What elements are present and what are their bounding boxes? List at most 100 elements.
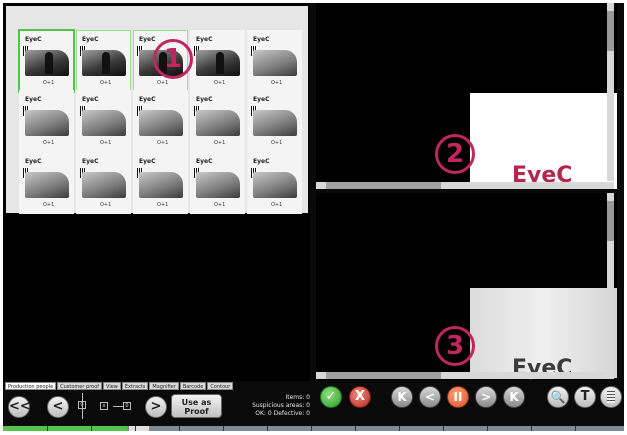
- thumb-artwork: [253, 172, 297, 198]
- scroll-thumb[interactable]: [326, 182, 441, 189]
- thumb-artwork: [196, 110, 240, 136]
- thumb-footer: O+1: [100, 140, 112, 146]
- items-count: Items: 0: [285, 394, 310, 401]
- thumb-logo: EyeC: [139, 158, 156, 165]
- thumb-footer: O+1: [157, 80, 169, 86]
- pause-button[interactable]: II: [447, 386, 469, 408]
- thumb-logo: EyeC: [139, 36, 156, 43]
- thumb-artwork: [253, 50, 297, 76]
- vertical-scrollbar[interactable]: [607, 193, 614, 371]
- proof-image: EyeC: [470, 93, 617, 189]
- nav-last-button[interactable]: K: [503, 386, 525, 408]
- tab-customer-proof[interactable]: Customer proof: [57, 382, 103, 390]
- ok-defective-count: OK: 0 Defective: 0: [255, 410, 310, 417]
- nav-next-button[interactable]: >: [475, 386, 497, 408]
- thumb-footer: O+1: [271, 140, 283, 146]
- orientation-line: [113, 406, 123, 407]
- thumb-footer: O+1: [43, 80, 55, 86]
- layout-thumbnail[interactable]: EyeC O+1: [76, 90, 131, 152]
- horizontal-scrollbar[interactable]: [316, 372, 614, 379]
- scroll-thumb[interactable]: [607, 201, 614, 241]
- tab-contour[interactable]: Contour: [207, 382, 234, 390]
- scroll-thumb[interactable]: [607, 11, 614, 51]
- reject-button[interactable]: X: [349, 386, 371, 408]
- next-page-button[interactable]: >: [145, 396, 167, 418]
- tab-barcode[interactable]: Barcode: [179, 382, 207, 390]
- progress-fill: [3, 426, 128, 431]
- layout-thumbnail[interactable]: EyeC O+1: [133, 152, 188, 214]
- thumb-logo: EyeC: [82, 158, 99, 165]
- thumb-footer: O+1: [214, 202, 226, 208]
- progress-segment-divider: [487, 426, 488, 431]
- thumb-logo: EyeC: [139, 96, 156, 103]
- horizontal-scrollbar[interactable]: [316, 182, 614, 189]
- previous-page-button[interactable]: <: [47, 396, 69, 418]
- report-button[interactable]: [600, 386, 622, 408]
- layout-thumbnail[interactable]: EyeC O+1: [247, 90, 302, 152]
- progress-segment-divider: [135, 426, 136, 431]
- thumb-artwork: [139, 172, 183, 198]
- progress-segment-divider: [311, 426, 312, 431]
- layout-thumbnail[interactable]: EyeC O+1: [133, 90, 188, 152]
- magnifier-button[interactable]: 🔍: [547, 386, 569, 408]
- thumb-artwork: [25, 110, 69, 136]
- progress-segment-divider: [47, 426, 48, 431]
- nav-first-button[interactable]: K: [391, 386, 413, 408]
- nav-prev-button[interactable]: <: [419, 386, 441, 408]
- tab-view[interactable]: View: [103, 382, 121, 390]
- orientation-box-1[interactable]: 0: [78, 401, 86, 409]
- layout-thumbnail[interactable]: EyeC O+1: [190, 30, 245, 92]
- thumb-footer: O+1: [43, 202, 55, 208]
- progress-current-marker: [129, 426, 149, 431]
- thumb-footer: O+1: [157, 202, 169, 208]
- thumb-logo: EyeC: [82, 36, 99, 43]
- person-figure: [45, 52, 53, 74]
- layout-thumbnail[interactable]: EyeC O+1: [190, 152, 245, 214]
- thumb-logo: EyeC: [25, 96, 42, 103]
- thumb-footer: O+1: [214, 80, 226, 86]
- thumb-artwork: [82, 110, 126, 136]
- progress-segment-divider: [179, 426, 180, 431]
- layout-thumbnail[interactable]: EyeC O+1: [19, 152, 74, 214]
- thumb-artwork: [253, 110, 297, 136]
- thumb-footer: O+1: [100, 202, 112, 208]
- tab-magnifier[interactable]: Magnifier: [149, 382, 179, 390]
- thumb-logo: EyeC: [253, 158, 270, 165]
- thumb-logo: EyeC: [25, 36, 42, 43]
- use-as-proof-button[interactable]: Use as Proof: [171, 394, 222, 418]
- document-icon: [607, 391, 615, 403]
- vertical-scrollbar[interactable]: [607, 3, 614, 181]
- tab-production-people[interactable]: Production people: [5, 382, 57, 390]
- text-tool-button[interactable]: T: [574, 386, 596, 408]
- layout-thumbnail[interactable]: EyeC O+1: [19, 90, 74, 152]
- orientation-box-3[interactable]: 0: [123, 402, 131, 410]
- sample-image: EyeC: [470, 288, 617, 380]
- view-tabs: Production people Customer proof View Extra…: [5, 382, 234, 390]
- progress-segment-divider: [531, 426, 532, 431]
- person-figure: [216, 52, 224, 74]
- marker-3: 3: [435, 326, 475, 366]
- layout-thumbnail[interactable]: EyeC O+1: [247, 30, 302, 92]
- layout-thumbnail[interactable]: EyeC O+1: [247, 152, 302, 214]
- thumb-artwork: [196, 172, 240, 198]
- thumb-footer: O+1: [271, 80, 283, 86]
- accept-button[interactable]: ✓: [320, 386, 342, 408]
- layout-thumbnail[interactable]: EyeC O+1: [76, 152, 131, 214]
- tab-extracts[interactable]: Extracts: [121, 382, 149, 390]
- thumb-logo: EyeC: [253, 96, 270, 103]
- inspection-stats: Items: 0 Suspicious areas: 0 OK: 0 Defec…: [240, 394, 310, 418]
- thumb-logo: EyeC: [196, 158, 213, 165]
- thumb-logo: EyeC: [253, 36, 270, 43]
- thumb-logo: EyeC: [25, 158, 42, 165]
- orientation-box-2[interactable]: x: [100, 402, 108, 410]
- scroll-thumb[interactable]: [326, 372, 441, 379]
- first-page-button[interactable]: <<: [8, 396, 31, 418]
- thumb-logo: EyeC: [196, 96, 213, 103]
- progress-segment-divider: [267, 426, 268, 431]
- progress-segment-divider: [91, 426, 92, 431]
- layout-thumbnail[interactable]: EyeC O+1: [190, 90, 245, 152]
- progress-segment-divider: [399, 426, 400, 431]
- layout-thumbnail[interactable]: EyeC O+1: [76, 30, 131, 92]
- layout-thumbnail[interactable]: EyeC O+1: [18, 29, 75, 93]
- marker-1: 1: [153, 39, 193, 79]
